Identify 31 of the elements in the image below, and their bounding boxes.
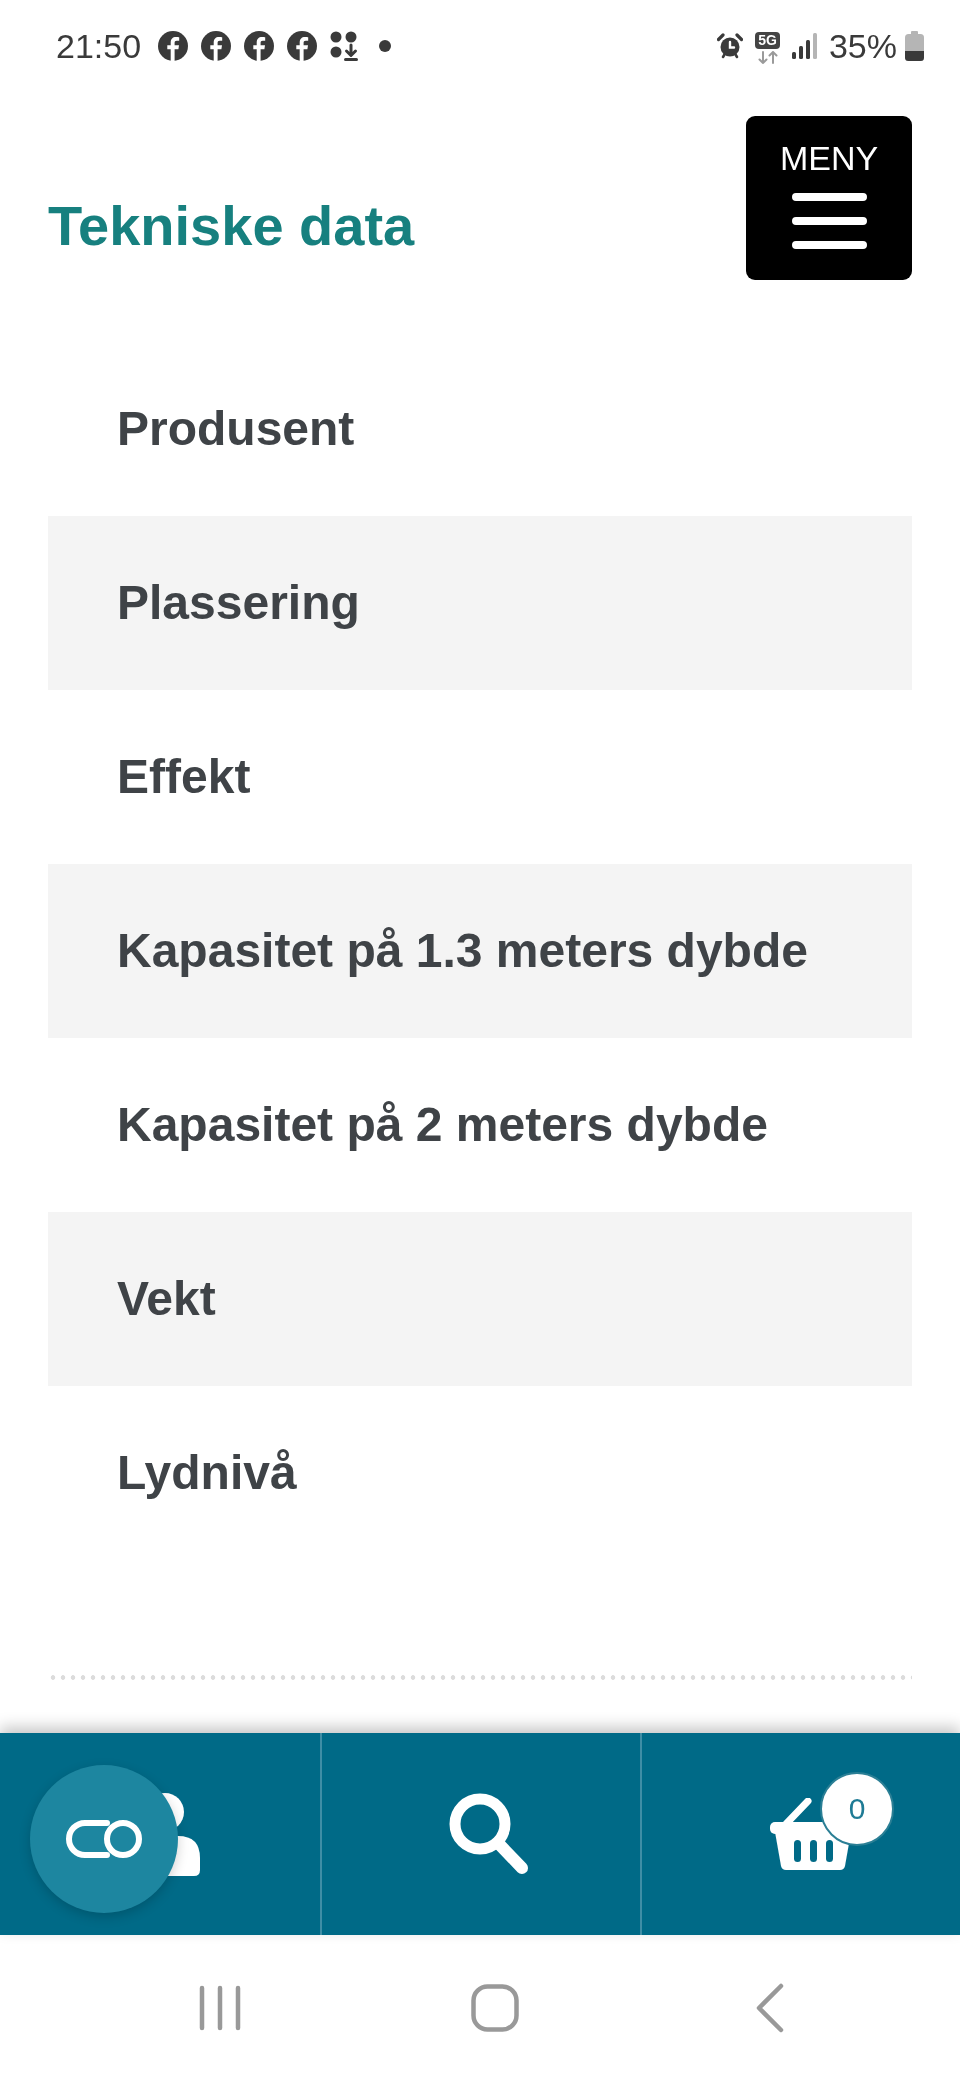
download-dots-icon — [330, 31, 359, 61]
menu-button[interactable]: MENY — [746, 116, 912, 280]
data-arrows-icon — [756, 51, 779, 64]
facebook-icon — [287, 31, 318, 61]
search-icon — [449, 1793, 529, 1875]
battery-icon — [905, 31, 924, 61]
signal-icon — [791, 33, 817, 59]
spec-label: Vekt — [117, 1271, 216, 1327]
dot-icon — [379, 40, 392, 52]
cart-button[interactable]: 0 — [640, 1733, 960, 1935]
spec-label: Kapasitet på 1.3 meters dybde — [117, 923, 808, 979]
facebook-icon — [244, 31, 275, 61]
cart-count-badge: 0 — [820, 1772, 894, 1846]
spec-label: Lydnivå — [117, 1445, 297, 1501]
spec-label: Plassering — [117, 575, 360, 631]
menu-icon — [791, 193, 867, 249]
home-icon[interactable] — [471, 1983, 519, 2032]
alarm-clock-icon — [717, 33, 744, 59]
spec-label: Effekt — [117, 749, 251, 805]
section-title: Tekniske data — [48, 193, 415, 259]
facebook-icon — [158, 31, 189, 61]
spec-label: Produsent — [117, 401, 355, 457]
network-type-badge: 5G — [755, 32, 780, 49]
spec-label: Kapasitet på 2 meters dybde — [117, 1097, 768, 1153]
facebook-icon — [201, 31, 232, 61]
search-button[interactable] — [320, 1733, 640, 1935]
recent-apps-icon[interactable] — [199, 1984, 241, 2031]
battery-percentage: 35% — [828, 26, 897, 66]
back-icon[interactable] — [755, 1982, 785, 2033]
toggle-icon — [65, 1819, 143, 1859]
status-time: 21:50 — [56, 26, 142, 66]
